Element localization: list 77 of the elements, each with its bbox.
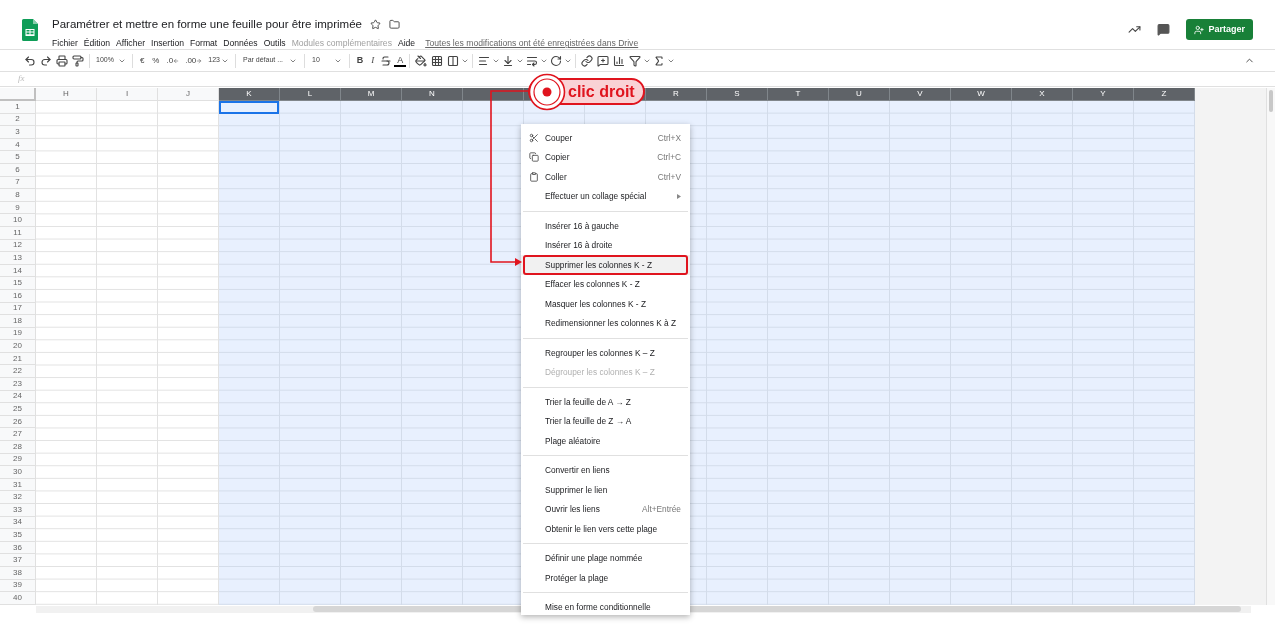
context-menu-item[interactable]: Effacer les colonnes K - Z (521, 274, 690, 294)
menu-item[interactable]: Aide (397, 37, 416, 51)
context-menu-item[interactable]: Convertir en liens (521, 460, 690, 480)
menu-item[interactable]: Édition (83, 37, 111, 51)
column-header[interactable]: R (646, 88, 707, 101)
context-menu-item[interactable]: Supprimer les colonnes K - Z (521, 255, 690, 275)
context-menu-item[interactable]: Couper Ctrl+X (521, 128, 690, 148)
column-header[interactable]: I (97, 88, 158, 101)
context-menu-item[interactable]: Masquer les colonnes K - Z (521, 294, 690, 314)
share-button[interactable]: Partager (1186, 19, 1253, 40)
context-menu-item[interactable]: Insérer 16 à droite (521, 235, 690, 255)
save-status-link[interactable]: Toutes les modifications ont été enregistrées dans Drive (425, 37, 639, 51)
activity-icon[interactable] (1128, 23, 1142, 36)
shortcut-label: Ctrl+V (657, 170, 681, 183)
column-header[interactable]: N (402, 88, 463, 101)
active-cell[interactable] (219, 101, 279, 114)
horizontal-scrollbar[interactable] (36, 605, 1251, 613)
column-header[interactable]: K (219, 88, 280, 101)
person-icon (1194, 24, 1205, 35)
context-menu-item[interactable]: Trier la feuille de A → Z (521, 392, 690, 412)
left-arrow-icon (173, 57, 180, 64)
folder-icon[interactable] (389, 19, 400, 31)
context-menu-item[interactable]: Copier Ctrl+C (521, 147, 690, 167)
italic-button[interactable]: I (367, 53, 379, 68)
context-menu-item[interactable]: Obtenir le lien vers cette plage (521, 519, 690, 539)
decrease-decimals-button[interactable]: .0 (163, 54, 183, 67)
column-header[interactable]: T (768, 88, 829, 101)
column-header[interactable]: U (829, 88, 890, 101)
context-menu-item[interactable]: Redimensionner les colonnes K à Z (521, 313, 690, 333)
menu-item[interactable]: Afficher (116, 37, 146, 51)
right-arrow-icon (196, 57, 203, 64)
column-header[interactable]: L (280, 88, 341, 101)
shortcut-label: Alt+Entrée (642, 503, 681, 516)
comment-icon[interactable] (1157, 23, 1171, 36)
currency-button[interactable]: € (135, 54, 149, 67)
column-header[interactable]: Y (1073, 88, 1134, 101)
scrollbar-thumb[interactable] (1269, 90, 1273, 112)
context-menu-item[interactable]: Regrouper les colonnes K – Z (521, 343, 690, 363)
column-header[interactable]: S (707, 88, 768, 101)
context-menu-item[interactable]: Coller Ctrl+V (521, 167, 690, 187)
vertical-scrollbar[interactable] (1266, 88, 1275, 605)
column-header[interactable]: W (951, 88, 1012, 101)
scissors-icon (529, 132, 539, 143)
formula-label: fx (18, 72, 25, 86)
clipboard-icon (529, 171, 539, 182)
context-menu-item[interactable]: Plage aléatoire (521, 431, 690, 451)
column-header[interactable]: Z (1134, 88, 1195, 101)
percent-button[interactable]: % (148, 54, 164, 67)
shortcut-label: Ctrl+X (657, 131, 681, 144)
context-menu-item[interactable]: Protéger la plage (521, 568, 690, 588)
context-menu-item[interactable]: Effectuer un collage spécial (521, 186, 690, 206)
context-menu-item[interactable]: Supprimer le lien (521, 480, 690, 500)
target-icon (528, 73, 566, 111)
menu-item[interactable]: Outils (263, 37, 286, 51)
document-title[interactable]: Paramétrer et mettre en forme une feuille pour être imprimée (52, 16, 362, 34)
submenu-arrow-icon (677, 193, 681, 199)
column-header[interactable]: M (341, 88, 402, 101)
increase-decimals-button[interactable]: .00 (182, 54, 206, 67)
bold-button[interactable]: B (352, 53, 368, 68)
context-menu-item[interactable]: Mise en forme conditionnelle (521, 597, 690, 615)
context-menu-item[interactable]: Définir une plage nommée (521, 548, 690, 568)
shortcut-label: Ctrl+C (657, 151, 681, 164)
column-header[interactable]: H (36, 88, 97, 101)
column-header[interactable]: V (890, 88, 951, 101)
context-menu-item[interactable]: Insérer 16 à gauche (521, 216, 690, 236)
sheets-logo[interactable] (22, 19, 38, 41)
menu-item[interactable]: Format (190, 37, 218, 51)
column-header[interactable]: X (1012, 88, 1073, 101)
text-color-button[interactable]: A (394, 54, 407, 67)
menu-item[interactable]: Fichier (52, 37, 78, 51)
context-menu-item[interactable]: Ouvrir les liens Alt+Entrée (521, 499, 690, 519)
star-icon[interactable] (370, 19, 381, 31)
menu-item[interactable]: Insertion (151, 37, 185, 51)
menu-item[interactable]: Données (223, 37, 258, 51)
column-header[interactable]: J (158, 88, 219, 101)
copy-icon (529, 152, 539, 163)
context-menu-item[interactable]: Trier la feuille de Z → A (521, 411, 690, 431)
